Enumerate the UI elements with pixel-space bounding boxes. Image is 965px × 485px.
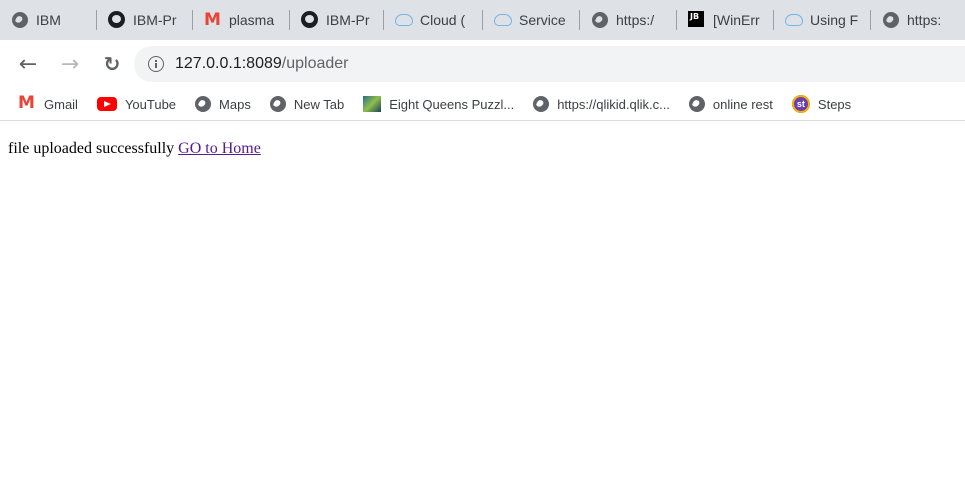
cloud-icon — [494, 11, 512, 29]
tab-https[interactable]: https:/ — [580, 0, 676, 40]
cloud-icon — [395, 11, 413, 29]
globe-icon — [591, 11, 609, 29]
steps-icon: st — [791, 95, 810, 113]
tab-plasma[interactable]: plasma — [193, 0, 289, 40]
bookmark-steps[interactable]: st Steps — [782, 95, 860, 113]
globe-icon — [533, 96, 550, 112]
tab-title: Using F — [810, 12, 859, 28]
url-text[interactable]: 127.0.0.1:8089/uploader — [175, 55, 348, 73]
forward-button[interactable]: → — [58, 52, 82, 77]
bookmark-label: https://qlikid.qlik.c... — [557, 96, 670, 112]
tab-service[interactable]: Service — [483, 0, 579, 40]
bookmark-qlikid[interactable]: https://qlikid.qlik.c... — [523, 96, 679, 112]
back-button[interactable]: ← — [16, 52, 40, 77]
bookmark-online-rest[interactable]: online rest — [679, 96, 782, 112]
globe-icon — [11, 11, 29, 29]
bookmarks-bar: Gmail YouTube Maps New Tab Eight Queens … — [0, 88, 965, 121]
bookmark-youtube[interactable]: YouTube — [87, 97, 185, 112]
bookmark-label: Maps — [219, 96, 251, 112]
tab-title: IBM-Pr — [326, 12, 370, 28]
tab-cloud[interactable]: Cloud ( — [384, 0, 482, 40]
gmail-icon — [18, 93, 36, 113]
tab-ibm-pr-2[interactable]: IBM-Pr — [290, 0, 383, 40]
bookmark-new-tab[interactable]: New Tab — [260, 96, 353, 112]
tab-title: [WinErr — [713, 12, 760, 28]
tab-title: plasma — [229, 12, 275, 28]
reload-button[interactable]: ↻ — [100, 52, 124, 76]
bookmark-label: Steps — [817, 96, 852, 112]
tab-strip: IBM IBM-Pr plasma IBM-Pr Cloud ( Service… — [0, 0, 965, 40]
url-host: 127.0.0.1:8089 — [175, 55, 282, 72]
upload-message: file uploaded successfully — [8, 140, 179, 157]
puzzle-icon — [363, 96, 382, 112]
tab-title: Service — [519, 12, 566, 28]
bookmark-eight-queens[interactable]: Eight Queens Puzzl... — [353, 96, 523, 112]
tab-https-2[interactable]: https: — [871, 0, 951, 40]
bookmark-label: YouTube — [124, 96, 177, 112]
tab-winerr[interactable]: JB [WinErr — [677, 0, 773, 40]
tab-title: Cloud ( — [420, 12, 466, 28]
bookmark-label: New Tab — [293, 96, 345, 112]
tab-ibm[interactable]: IBM — [0, 0, 96, 40]
gmail-icon — [204, 10, 222, 30]
tab-title: https:/ — [616, 12, 655, 28]
jetbrains-icon: JB — [688, 11, 706, 29]
bookmark-label: online rest — [712, 96, 773, 112]
home-link[interactable]: GO to Home — [178, 140, 261, 157]
globe-icon — [882, 11, 900, 29]
github-icon — [108, 11, 126, 29]
globe-icon — [195, 96, 212, 112]
tab-using[interactable]: Using F — [774, 0, 870, 40]
globe-icon — [688, 96, 705, 112]
youtube-icon — [96, 97, 117, 111]
info-icon[interactable] — [148, 56, 164, 72]
cloud-icon — [785, 11, 803, 29]
tab-ibm-pr[interactable]: IBM-Pr — [97, 0, 192, 40]
tab-title: IBM-Pr — [133, 12, 177, 28]
globe-icon — [269, 96, 286, 112]
bookmark-label: Gmail — [44, 96, 78, 112]
address-bar[interactable]: 127.0.0.1:8089/uploader — [134, 46, 965, 82]
toolbar: ← → ↻ 127.0.0.1:8089/uploader — [0, 40, 965, 88]
github-icon — [301, 11, 319, 29]
bookmark-maps[interactable]: Maps — [185, 96, 260, 112]
url-path: /uploader — [281, 55, 349, 72]
bookmark-label: Eight Queens Puzzl... — [389, 96, 515, 112]
page-content: file uploaded successfully GO to Home — [8, 140, 261, 158]
tab-title: IBM — [36, 12, 61, 28]
bookmark-gmail[interactable]: Gmail — [0, 93, 87, 113]
tab-title: https: — [907, 12, 942, 28]
